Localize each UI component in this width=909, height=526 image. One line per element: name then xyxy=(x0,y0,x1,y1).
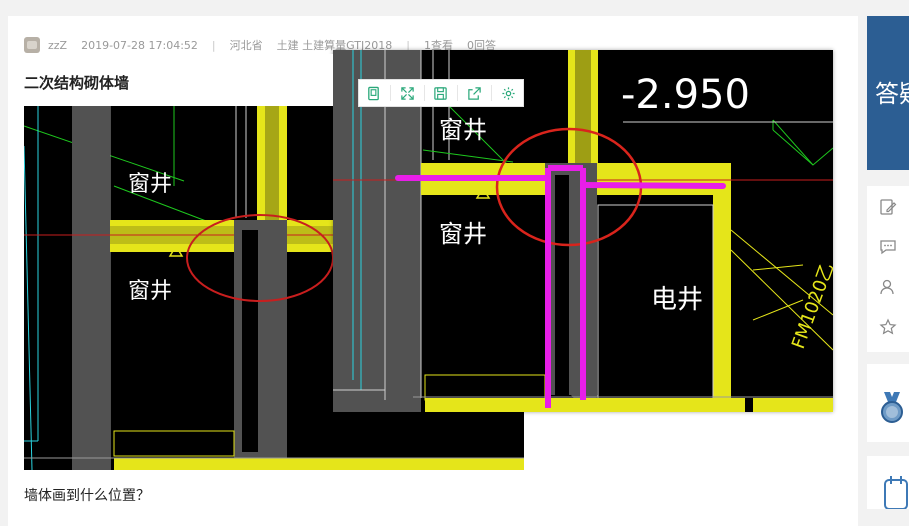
toolbar-divider xyxy=(423,85,425,101)
question-text: 墙体画到什么位置？ xyxy=(24,488,150,504)
side-toolbar xyxy=(867,186,909,352)
post-datetime: 2019-07-28 17:04:52 xyxy=(81,38,198,52)
image-viewer-toolbar xyxy=(358,79,524,107)
qa-banner[interactable]: 答疑 xyxy=(867,16,909,170)
star-icon[interactable] xyxy=(879,318,899,338)
share-icon[interactable] xyxy=(463,83,487,103)
banner-text: 答疑 xyxy=(875,80,909,108)
edit-icon[interactable] xyxy=(879,198,899,218)
cad-label-window-well: 窗井 xyxy=(439,220,487,248)
medal-panel xyxy=(867,364,909,442)
save-icon[interactable] xyxy=(429,83,453,103)
post-title-overlay: 二次结构砌体墙 xyxy=(24,74,130,92)
cad-label-window-well: 窗井 xyxy=(439,116,487,144)
author-name[interactable]: zzZ xyxy=(48,39,67,52)
medal-icon xyxy=(881,392,903,423)
document-icon[interactable] xyxy=(883,474,909,509)
side-bottom-panel xyxy=(867,456,909,509)
toolbar-divider xyxy=(491,85,493,101)
fullscreen-icon[interactable] xyxy=(395,83,419,103)
post-region: 河北省 xyxy=(229,39,263,52)
meta-separator: | xyxy=(211,38,216,52)
settings-icon[interactable] xyxy=(497,83,521,103)
cad-label-window-well: 窗井 xyxy=(128,279,172,304)
user-icon[interactable] xyxy=(879,278,899,298)
page-icon[interactable] xyxy=(361,83,385,103)
cad-elevation-label: -2.950 xyxy=(621,72,750,118)
avatar[interactable] xyxy=(24,37,40,53)
comment-icon[interactable] xyxy=(879,238,899,258)
toolbar-divider xyxy=(389,85,391,101)
cad-label-electrical-shaft: 电井 xyxy=(651,285,703,315)
toolbar-divider xyxy=(457,85,459,101)
cad-label-window-well: 窗井 xyxy=(128,172,172,197)
